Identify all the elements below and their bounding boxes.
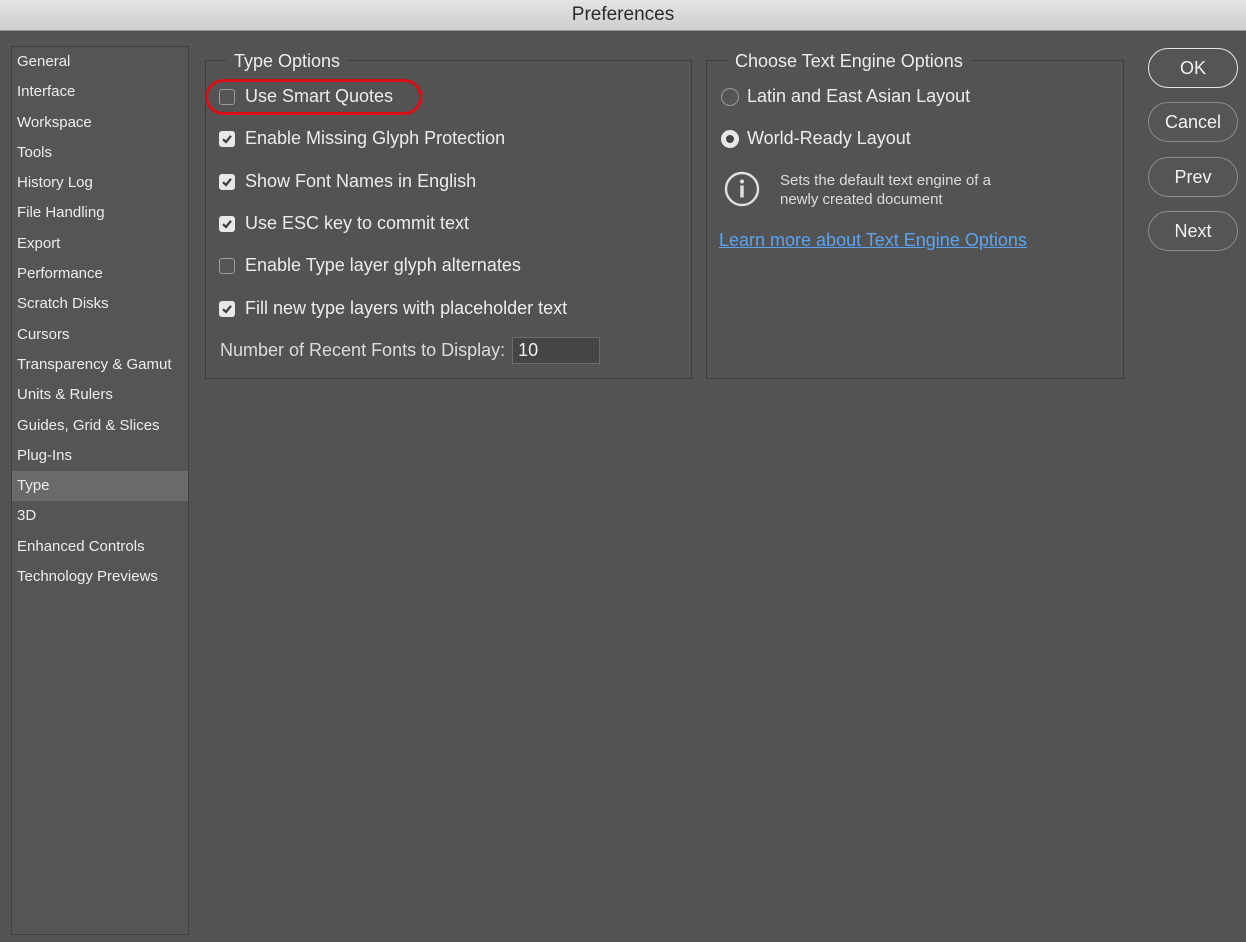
recent-fonts-row: Number of Recent Fonts to Display: — [220, 337, 601, 364]
sidebar-item-workspace[interactable]: Workspace — [12, 108, 188, 138]
learn-more-link[interactable]: Learn more about Text Engine Options — [719, 230, 1027, 251]
next-button[interactable]: Next — [1148, 211, 1238, 251]
cancel-button[interactable]: Cancel — [1148, 102, 1238, 142]
sidebar-item-transparency-gamut[interactable]: Transparency & Gamut — [12, 350, 188, 380]
radio-latin-east-asian[interactable] — [721, 87, 739, 106]
checkbox-esc-commit[interactable] — [219, 215, 235, 232]
sidebar-item-type[interactable]: Type — [12, 471, 188, 502]
checkbox-row-esc-commit[interactable]: Use ESC key to commit text — [219, 213, 469, 234]
checkbox-label: Enable Type layer glyph alternates — [245, 255, 521, 275]
checkbox-row-missing-glyph[interactable]: Enable Missing Glyph Protection — [219, 128, 505, 149]
sidebar-item-tools[interactable]: Tools — [12, 138, 188, 168]
checkbox-missing-glyph[interactable] — [219, 130, 235, 147]
sidebar-item-file-handling[interactable]: File Handling — [12, 198, 188, 228]
info-text-line-2: newly created document — [780, 191, 943, 208]
checkbox-label: Show Font Names in English — [245, 171, 477, 191]
ok-button[interactable]: OK — [1148, 48, 1238, 88]
sidebar-item-performance[interactable]: Performance — [12, 259, 188, 289]
sidebar-item-export[interactable]: Export — [12, 229, 188, 259]
window-title: Preferences — [571, 4, 675, 25]
sidebar-item-units-rulers[interactable]: Units & Rulers — [12, 380, 188, 410]
sidebar-item-scratch-disks[interactable]: Scratch Disks — [12, 289, 188, 319]
type-options-title: Type Options — [226, 50, 349, 72]
sidebar-item-cursors[interactable]: Cursors — [12, 320, 188, 350]
prev-button[interactable]: Prev — [1148, 157, 1238, 197]
checkbox-label: Enable Missing Glyph Protection — [245, 128, 506, 148]
info-text-line-1: Sets the default text engine of a — [780, 172, 991, 189]
recent-fonts-input[interactable] — [512, 337, 601, 364]
sidebar-item-interface[interactable]: Interface — [12, 77, 188, 107]
checkbox-row-placeholder-text[interactable]: Fill new type layers with placeholder te… — [219, 298, 567, 319]
radio-label: World-Ready Layout — [747, 128, 911, 148]
checkbox-row-font-names-english[interactable]: Show Font Names in English — [219, 171, 476, 192]
sidebar-item-enhanced-controls[interactable]: Enhanced Controls — [12, 532, 188, 562]
checkmark-icon — [222, 134, 232, 144]
radio-row-world-ready[interactable]: World-Ready Layout — [721, 128, 911, 149]
recent-fonts-label: Number of Recent Fonts to Display: — [220, 340, 506, 360]
sidebar-item-history-log[interactable]: History Log — [12, 168, 188, 198]
preferences-sidebar: General Interface Workspace Tools Histor… — [11, 46, 189, 935]
sidebar-item-plug-ins[interactable]: Plug-Ins — [12, 441, 188, 471]
radio-label: Latin and East Asian Layout — [747, 86, 971, 106]
window-titlebar: Preferences — [0, 0, 1246, 31]
checkbox-label: Use ESC key to commit text — [245, 213, 470, 233]
checkbox-label: Fill new type layers with placeholder te… — [245, 298, 568, 318]
checkbox-placeholder-text[interactable] — [219, 300, 235, 317]
checkbox-font-names-english[interactable] — [219, 173, 235, 190]
highlight-circle — [205, 79, 422, 115]
info-text: Sets the default text engine of a newly … — [780, 171, 1040, 209]
checkmark-icon — [222, 219, 232, 229]
text-engine-title: Choose Text Engine Options — [727, 50, 971, 72]
sidebar-item-general[interactable]: General — [12, 47, 188, 77]
text-engine-group: Choose Text Engine Options — [706, 50, 1124, 379]
checkmark-icon — [222, 304, 232, 314]
checkbox-glyph-alternates[interactable] — [219, 257, 235, 274]
sidebar-item-technology-previews[interactable]: Technology Previews — [12, 562, 188, 592]
info-icon — [724, 171, 760, 207]
checkbox-row-glyph-alternates[interactable]: Enable Type layer glyph alternates — [219, 255, 521, 276]
checkmark-icon — [222, 177, 232, 187]
sidebar-item-3d[interactable]: 3D — [12, 501, 188, 531]
sidebar-item-guides-grid-slices[interactable]: Guides, Grid & Slices — [12, 411, 188, 441]
radio-world-ready[interactable] — [721, 129, 739, 148]
radio-row-latin-east-asian[interactable]: Latin and East Asian Layout — [721, 86, 970, 107]
